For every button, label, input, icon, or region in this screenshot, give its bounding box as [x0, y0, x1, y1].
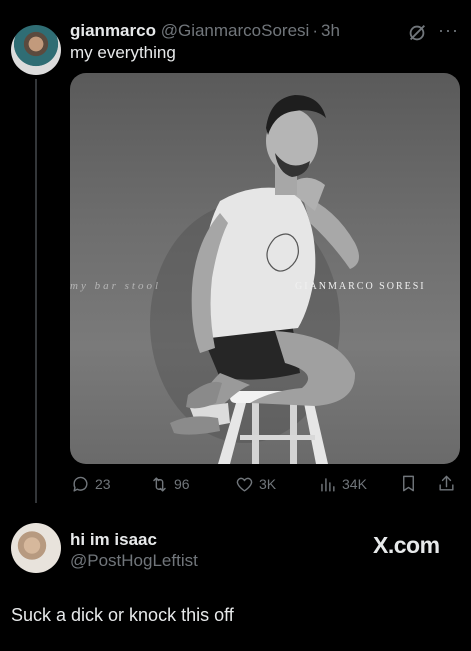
retweet-count: 96: [174, 476, 190, 492]
author-avatar[interactable]: [11, 25, 61, 75]
like-count: 3K: [259, 476, 277, 492]
author-name[interactable]: gianmarco: [70, 21, 156, 40]
album-cover-art: [150, 95, 359, 464]
retweet-icon: [153, 476, 166, 492]
more-icon[interactable]: ···: [438, 21, 462, 44]
xcom-watermark: X.com: [373, 532, 440, 558]
reply-icon: [73, 476, 88, 492]
grok-icon[interactable]: [406, 22, 428, 44]
bookmark-icon[interactable]: [399, 474, 418, 493]
views-icon: [321, 477, 335, 492]
author-handle[interactable]: @GianmarcoSoresi: [161, 21, 310, 40]
share-icon[interactable]: [437, 474, 456, 493]
like-button[interactable]: 3K: [235, 474, 276, 494]
quote-user-handle[interactable]: @PostHogLeftist: [70, 551, 198, 571]
tweet-time[interactable]: 3h: [321, 21, 340, 40]
quote-user-avatar[interactable]: [11, 523, 61, 573]
tweet-text: my everything: [70, 43, 176, 62]
header-separator: ·: [312, 21, 318, 40]
album-title: my bar stool: [70, 280, 161, 292]
like-icon: [236, 477, 253, 492]
thread-line: [35, 79, 37, 503]
tweet-media-image[interactable]: my bar stool GIANMARCO SORESI: [70, 73, 460, 464]
tweet-header: gianmarco @GianmarcoSoresi · 3h: [70, 21, 340, 41]
quote-user-name[interactable]: hi im isaac: [70, 530, 157, 550]
views-count: 34K: [342, 476, 367, 492]
caption-text: Suck a dick or knock this off: [11, 605, 234, 625]
reply-count: 23: [95, 476, 111, 492]
album-artist: GIANMARCO SORESI: [295, 281, 426, 292]
retweet-button[interactable]: 96: [150, 474, 190, 494]
views-button[interactable]: 34K: [318, 474, 367, 494]
reply-button[interactable]: 23: [71, 474, 111, 494]
